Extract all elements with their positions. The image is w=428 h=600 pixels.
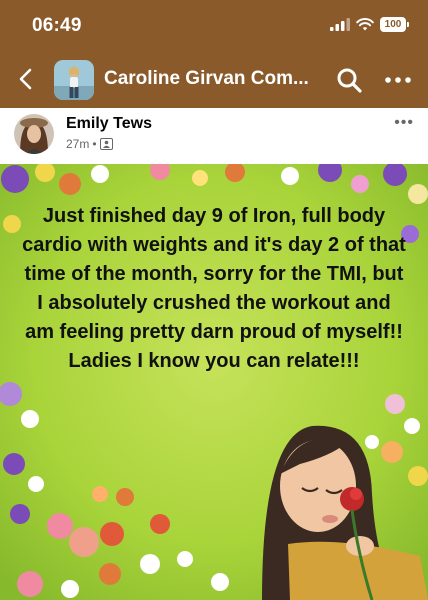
post-meta: 27m • [66, 137, 113, 151]
group-title[interactable]: Caroline Girvan Com... [104, 68, 314, 90]
post-image[interactable]: Just finished day 9 of Iron, full body c… [0, 164, 428, 600]
status-icons: 100 [330, 17, 409, 32]
post-image-text: Just finished day 9 of Iron, full body c… [22, 205, 406, 372]
post-more-icon[interactable]: ••• [394, 114, 414, 132]
author-avatar[interactable] [14, 114, 54, 154]
group-privacy-icon [99, 138, 113, 150]
battery-level: 100 [384, 19, 402, 30]
author-name[interactable]: Emily Tews [66, 115, 152, 133]
app-header: 06:49 100 Caroline Girvan Com... [0, 0, 428, 108]
post-header: Emily Tews 27m • ••• [0, 108, 428, 164]
wifi-icon [356, 18, 374, 31]
back-arrow-icon[interactable] [14, 66, 40, 92]
group-nav-bar: Caroline Girvan Com... [0, 52, 428, 108]
meta-separator: • [92, 137, 97, 151]
more-options-icon[interactable] [383, 65, 413, 95]
signal-icon [330, 18, 350, 31]
status-bar: 06:49 100 [0, 0, 428, 52]
group-avatar[interactable] [54, 60, 94, 100]
search-icon[interactable] [334, 65, 364, 95]
battery-icon: 100 [380, 17, 409, 32]
status-time: 06:49 [32, 15, 82, 36]
post-time[interactable]: 27m [66, 137, 89, 151]
